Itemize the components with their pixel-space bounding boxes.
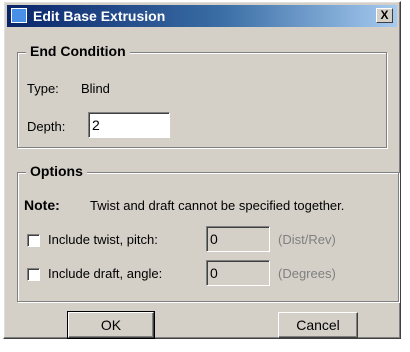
close-button[interactable]: X	[376, 8, 393, 23]
end-condition-group: End Condition Type: Blind Depth:	[17, 43, 387, 148]
window-icon	[11, 8, 27, 23]
depth-input[interactable]	[88, 112, 170, 138]
type-value: Blind	[81, 81, 110, 96]
include-draft-label[interactable]: Include draft, angle:	[48, 266, 162, 281]
note-text: Twist and draft cannot be specified toge…	[90, 198, 345, 213]
include-twist-label[interactable]: Include twist, pitch:	[48, 232, 158, 247]
edit-base-extrusion-dialog: Edit Base Extrusion X End Condition Type…	[3, 1, 401, 339]
include-twist-checkbox[interactable]	[27, 234, 40, 247]
end-condition-legend: End Condition	[26, 43, 130, 59]
options-legend: Options	[26, 163, 87, 179]
draft-unit-label: (Degrees)	[278, 266, 336, 281]
ok-button[interactable]: OK	[67, 311, 155, 339]
window-title: Edit Base Extrusion	[33, 8, 166, 24]
title-bar[interactable]: Edit Base Extrusion X	[7, 5, 397, 27]
draft-angle-input[interactable]	[206, 260, 270, 286]
depth-label: Depth:	[27, 119, 66, 134]
options-group: Options Note: Twist and draft cannot be …	[17, 163, 399, 302]
include-draft-checkbox[interactable]	[27, 268, 40, 281]
cancel-button[interactable]: Cancel	[278, 312, 358, 338]
note-label: Note:	[24, 197, 60, 213]
twist-pitch-input[interactable]	[206, 226, 270, 252]
type-label: Type:	[27, 81, 59, 96]
twist-unit-label: (Dist/Rev)	[278, 232, 336, 247]
